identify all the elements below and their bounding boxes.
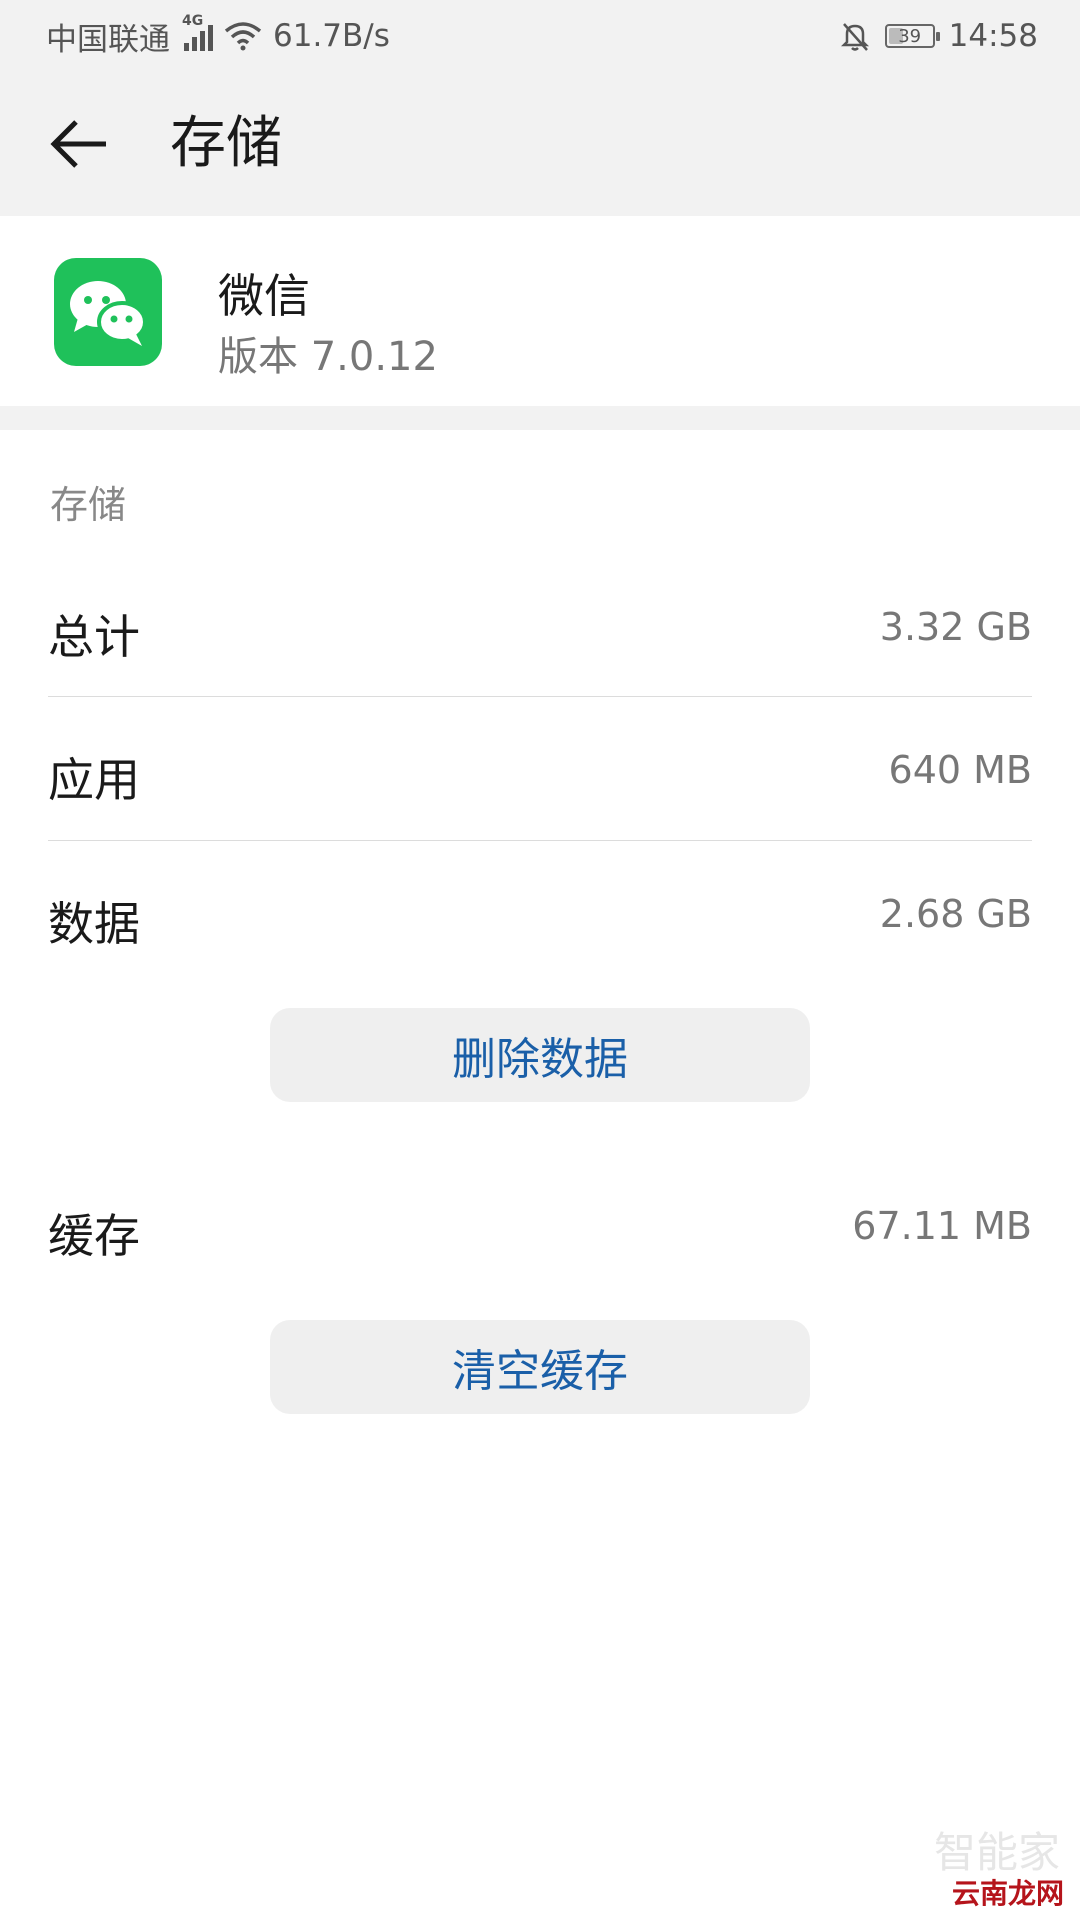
wifi-icon: [224, 22, 262, 51]
status-right: 39 14:58: [839, 0, 1038, 72]
app-version: 版本 7.0.12: [218, 334, 438, 380]
toolbar: 存储: [0, 72, 1080, 216]
status-left: 中国联通 4G 61.7B/s: [46, 0, 390, 72]
delete-data-button[interactable]: 删除数据: [270, 1008, 810, 1102]
row-label: 应用: [48, 753, 140, 807]
divider: [48, 696, 1032, 697]
watermark: 云南龙网: [947, 1872, 1068, 1912]
row-value: 640 MB: [888, 748, 1032, 792]
watermark-faint: 智能家: [933, 1828, 1060, 1877]
row-value: 67.11 MB: [852, 1204, 1032, 1248]
page-title: 存储: [170, 111, 282, 176]
battery-icon: 39: [884, 24, 940, 48]
row-label: 缓存: [48, 1209, 140, 1263]
storage-row-cache: 缓存 67.11 MB: [48, 1154, 1032, 1298]
row-label: 总计: [48, 610, 140, 664]
cellular-signal-icon: 4G: [182, 13, 213, 51]
chat-bubbles-icon: [70, 281, 147, 346]
network-speed: 61.7B/s: [273, 18, 390, 54]
section-gap: [0, 406, 1080, 430]
row-label: 数据: [48, 897, 140, 951]
app-name: 微信: [218, 269, 310, 323]
arrow-left-icon: [50, 120, 106, 168]
back-button[interactable]: [40, 108, 120, 180]
wechat-app-icon: [54, 258, 162, 366]
section-label-storage: 存储: [50, 483, 127, 527]
clear-cache-button[interactable]: 清空缓存: [270, 1320, 810, 1414]
clock: 14:58: [948, 18, 1038, 54]
storage-row-data: 数据 2.68 GB: [48, 842, 1032, 986]
storage-row-app: 应用 640 MB: [48, 698, 1032, 842]
battery-level: 39: [898, 25, 922, 47]
network-type-label: 4G: [182, 13, 204, 29]
storage-row-total: 总计 3.32 GB: [48, 555, 1032, 699]
carrier-name: 中国联通: [46, 21, 170, 58]
notifications-off-icon: [840, 23, 869, 51]
app-info-card: 微信 版本 7.0.12: [0, 216, 1080, 406]
divider: [48, 840, 1032, 841]
row-value: 3.32 GB: [879, 605, 1032, 649]
status-bar: 中国联通 4G 61.7B/s 39 14:58: [0, 0, 1080, 72]
row-value: 2.68 GB: [879, 892, 1032, 936]
